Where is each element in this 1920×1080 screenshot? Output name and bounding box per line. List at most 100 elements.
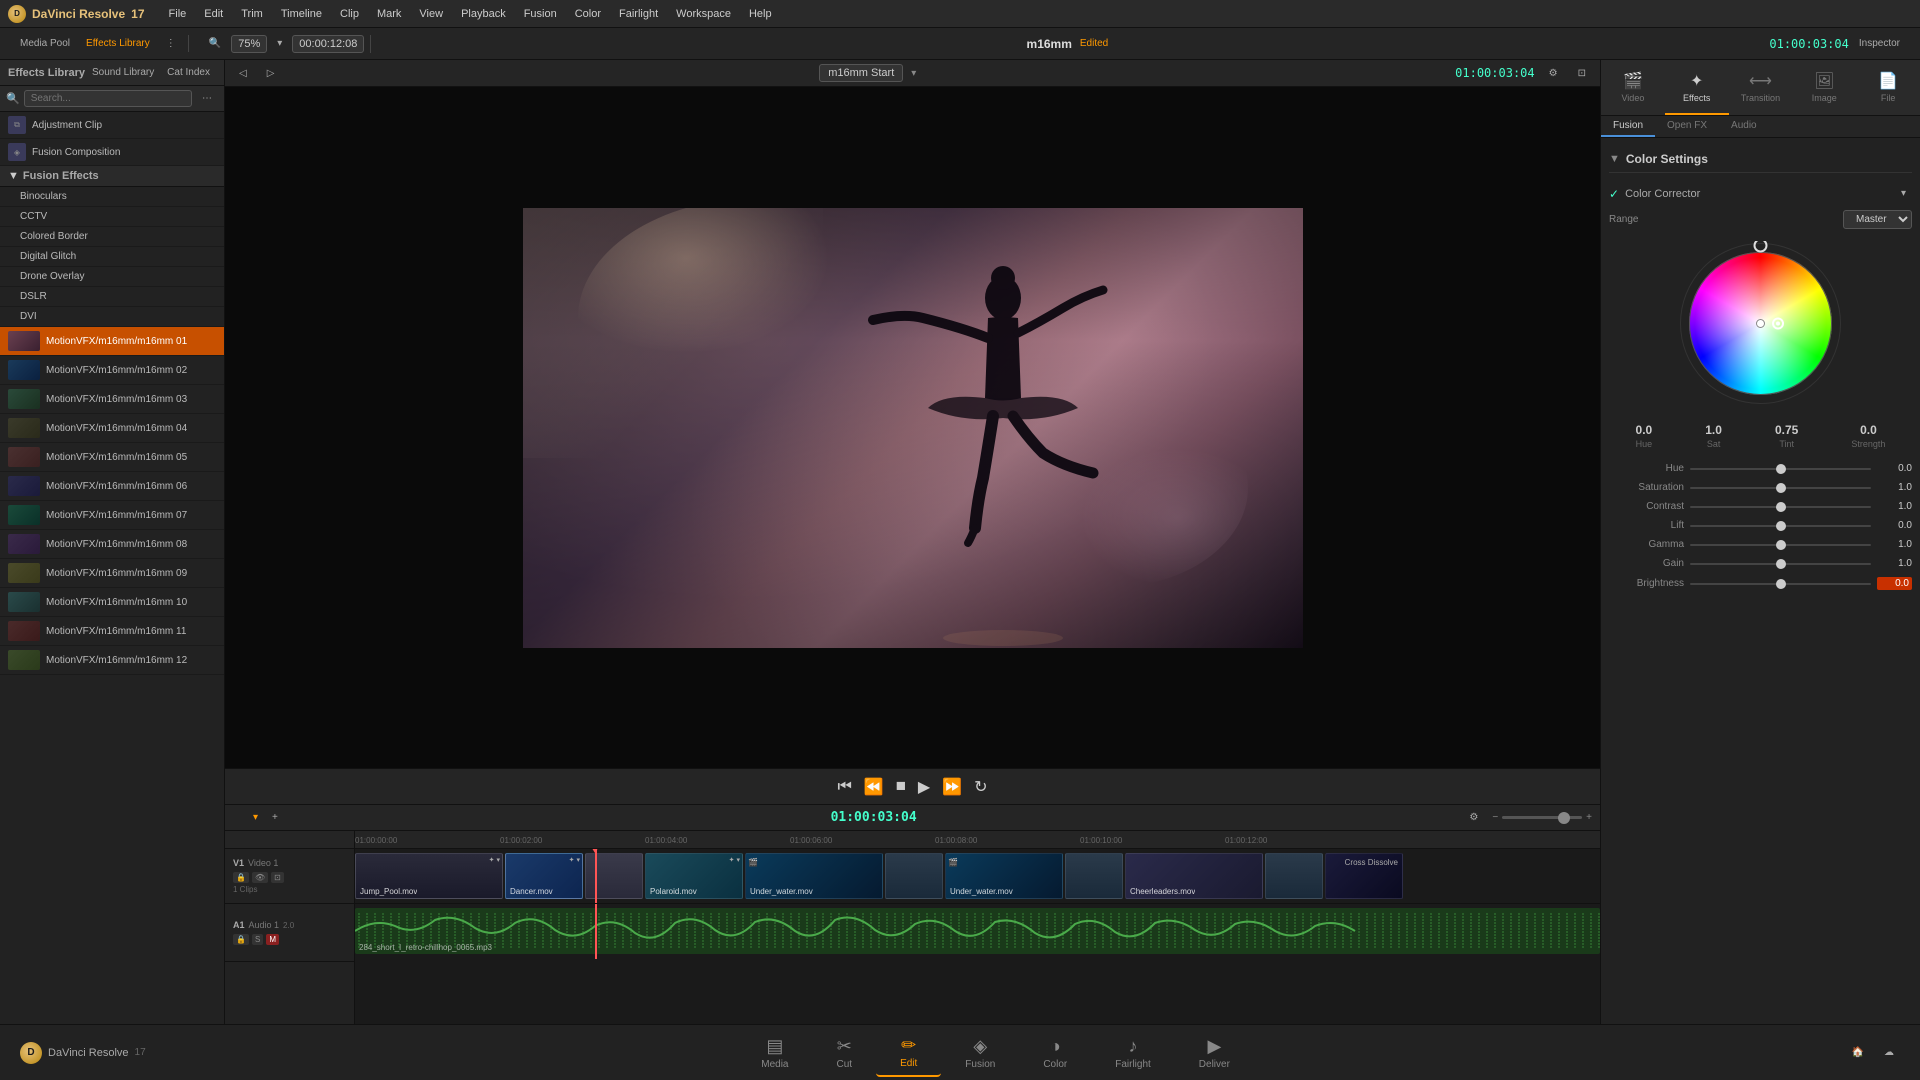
- audio-clip[interactable]: 284_short_I_retro-chillhop_0065.mp3: [355, 908, 1600, 954]
- jump-end-btn[interactable]: ↻: [974, 777, 987, 797]
- hue-slider-track[interactable]: [1690, 468, 1871, 470]
- step-back-btn[interactable]: ⏪: [864, 777, 884, 797]
- nav-edit[interactable]: ✏ Edit: [876, 1029, 941, 1077]
- fusion-effects-header[interactable]: ▼ Fusion Effects: [0, 166, 224, 187]
- lift-slider-track[interactable]: [1690, 525, 1871, 527]
- list-item-adjustment-clip[interactable]: ⧉ Adjustment Clip: [0, 112, 224, 139]
- clip-placeholder-3[interactable]: [1065, 853, 1123, 899]
- list-item-drone-overlay[interactable]: Drone Overlay: [0, 267, 224, 287]
- clip-placeholder-4[interactable]: [1265, 853, 1323, 899]
- play-btn[interactable]: ⏹: [896, 775, 906, 798]
- list-item-m16mm-06[interactable]: MotionVFX/m16mm/m16mm 06: [0, 472, 224, 501]
- timeline-name-btn[interactable]: [233, 815, 245, 821]
- media-pool-btn[interactable]: Media Pool: [14, 35, 76, 52]
- list-item-colored-border[interactable]: Colored Border: [0, 227, 224, 247]
- clip-cheerleaders[interactable]: Cheerleaders.mov: [1125, 853, 1263, 899]
- clip-placeholder-2[interactable]: [885, 853, 943, 899]
- menu-fusion[interactable]: Fusion: [516, 6, 565, 22]
- cat-index-btn[interactable]: Cat Index: [161, 64, 216, 81]
- preview-fullscreen-btn[interactable]: ⊡: [1572, 65, 1592, 82]
- list-item-m16mm-10[interactable]: MotionVFX/m16mm/m16mm 10: [0, 588, 224, 617]
- nav-media[interactable]: ▤ Media: [737, 1030, 812, 1076]
- play-forward-btn[interactable]: ▶: [918, 777, 930, 797]
- menu-workspace[interactable]: Workspace: [668, 6, 739, 22]
- zoom-options-btn[interactable]: ▾: [271, 35, 288, 52]
- sub-tab-open-fx[interactable]: Open FX: [1655, 116, 1719, 137]
- tab-file[interactable]: 📄 File: [1856, 60, 1920, 115]
- tab-transition[interactable]: ⟷ Transition: [1729, 60, 1793, 115]
- sub-tab-fusion[interactable]: Fusion: [1601, 116, 1655, 137]
- video-lock-btn[interactable]: 🔒: [233, 872, 249, 883]
- tab-video[interactable]: 🎬 Video: [1601, 60, 1665, 115]
- sub-tab-audio[interactable]: Audio: [1719, 116, 1769, 137]
- list-item-m16mm-02[interactable]: MotionVFX/m16mm/m16mm 02: [0, 356, 224, 385]
- menu-timeline[interactable]: Timeline: [273, 6, 330, 22]
- list-item-m16mm-01[interactable]: MotionVFX/m16mm/m16mm 01: [0, 327, 224, 356]
- nav-cut[interactable]: ✂ Cut: [813, 1030, 877, 1076]
- tl-settings-btn[interactable]: ⚙: [1463, 809, 1484, 826]
- color-wheel-svg[interactable]: [1678, 241, 1843, 406]
- menu-file[interactable]: File: [161, 6, 195, 22]
- clip-last[interactable]: Cross Dissolve: [1325, 853, 1403, 899]
- clip-polaroid[interactable]: Polaroid.mov ✦ ▾: [645, 853, 743, 899]
- inspector-btn[interactable]: Inspector: [1853, 35, 1906, 52]
- menu-edit[interactable]: Edit: [196, 6, 231, 22]
- list-item-m16mm-03[interactable]: MotionVFX/m16mm/m16mm 03: [0, 385, 224, 414]
- tab-effects[interactable]: ✦ Effects: [1665, 60, 1729, 115]
- clip-name-btn[interactable]: m16mm Start: [819, 64, 903, 82]
- menu-clip[interactable]: Clip: [332, 6, 367, 22]
- list-item-m16mm-12[interactable]: MotionVFX/m16mm/m16mm 12: [0, 646, 224, 675]
- list-item-m16mm-07[interactable]: MotionVFX/m16mm/m16mm 07: [0, 501, 224, 530]
- audio-mute-btn[interactable]: M: [266, 934, 279, 945]
- list-item-fusion-comp[interactable]: ◈ Fusion Composition: [0, 139, 224, 166]
- nav-fusion[interactable]: ◈ Fusion: [941, 1030, 1019, 1076]
- menu-trim[interactable]: Trim: [233, 6, 271, 22]
- clip-underwater-1[interactable]: Under_water.mov 🎬: [745, 853, 883, 899]
- search-options-btn[interactable]: ⋯: [196, 90, 218, 107]
- list-item-dvi[interactable]: DVI: [0, 307, 224, 327]
- clip-underwater-2[interactable]: Under_water.mov 🎬: [945, 853, 1063, 899]
- nav-fairlight[interactable]: ♪ Fairlight: [1091, 1030, 1175, 1076]
- menu-color[interactable]: Color: [567, 6, 609, 22]
- list-item-m16mm-11[interactable]: MotionVFX/m16mm/m16mm 11: [0, 617, 224, 646]
- preview-nav-fwd[interactable]: ▷: [261, 65, 281, 82]
- gamma-slider-track[interactable]: [1690, 544, 1871, 546]
- range-select[interactable]: Master: [1843, 210, 1912, 229]
- search-input[interactable]: [24, 90, 192, 107]
- zoom-out-btn[interactable]: 🔍: [203, 35, 227, 52]
- nav-color[interactable]: ◑ Color: [1019, 1030, 1091, 1076]
- menu-mark[interactable]: Mark: [369, 6, 409, 22]
- jump-start-btn[interactable]: ⏮: [838, 778, 852, 796]
- list-item-m16mm-09[interactable]: MotionVFX/m16mm/m16mm 09: [0, 559, 224, 588]
- menu-view[interactable]: View: [411, 6, 451, 22]
- menu-fairlight[interactable]: Fairlight: [611, 6, 666, 22]
- bottom-settings-btn[interactable]: 🏠: [1846, 1044, 1870, 1061]
- contrast-slider-track[interactable]: [1690, 506, 1871, 508]
- menu-playback[interactable]: Playback: [453, 6, 514, 22]
- bottom-cloud-btn[interactable]: ☁: [1878, 1044, 1900, 1061]
- list-item-dslr[interactable]: DSLR: [0, 287, 224, 307]
- clip-jump-pool[interactable]: Jump_Pool.mov ✦ ▾: [355, 853, 503, 899]
- video-snap-btn[interactable]: ⊡: [271, 872, 284, 883]
- list-item-digital-glitch[interactable]: Digital Glitch: [0, 247, 224, 267]
- audio-lock-btn[interactable]: 🔒: [233, 934, 249, 945]
- gain-slider-track[interactable]: [1690, 563, 1871, 565]
- clip-dancer[interactable]: Dancer.mov ✦ ▾: [505, 853, 583, 899]
- menu-help[interactable]: Help: [741, 6, 780, 22]
- preview-nav-back[interactable]: ◁: [233, 65, 253, 82]
- video-eye-btn[interactable]: 👁: [252, 872, 268, 883]
- preview-settings-btn[interactable]: ⚙: [1543, 65, 1564, 82]
- separator-btn[interactable]: ⋮: [160, 35, 182, 52]
- sound-library-btn[interactable]: Sound Library: [86, 64, 160, 81]
- tab-image[interactable]: 🖼 Image: [1792, 60, 1856, 115]
- list-item-m16mm-08[interactable]: MotionVFX/m16mm/m16mm 08: [0, 530, 224, 559]
- nav-deliver[interactable]: ▶ Deliver: [1175, 1030, 1254, 1076]
- step-fwd-btn[interactable]: ⏩: [942, 777, 962, 797]
- color-settings-header[interactable]: ▼ Color Settings: [1609, 146, 1912, 173]
- saturation-slider-track[interactable]: [1690, 487, 1871, 489]
- effects-library-btn[interactable]: Effects Library: [80, 35, 156, 52]
- zoom-slider[interactable]: [1502, 816, 1582, 819]
- brightness-slider-track[interactable]: [1690, 583, 1871, 585]
- add-track-btn[interactable]: +: [266, 809, 284, 826]
- cc-expand-btn[interactable]: ▾: [1895, 185, 1912, 202]
